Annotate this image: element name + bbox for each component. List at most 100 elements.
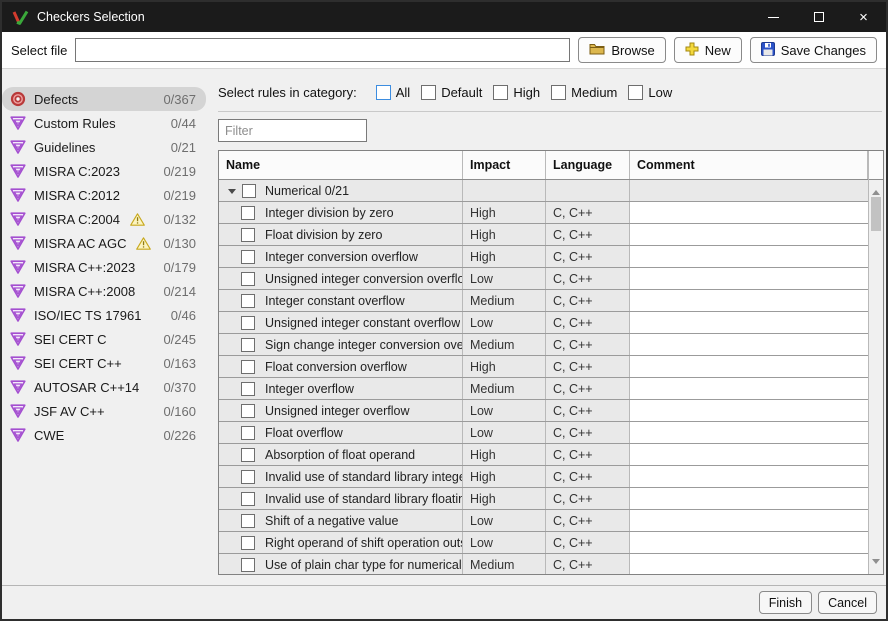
rule-checkbox[interactable] xyxy=(241,272,255,286)
rule-row-unsigned-integer-constant-overflow[interactable]: Unsigned integer constant overflow Low C… xyxy=(219,312,868,334)
rule-comment-cell[interactable] xyxy=(630,378,868,399)
rule-row-unsigned-integer-overflow[interactable]: Unsigned integer overflow Low C, C++ xyxy=(219,400,868,422)
rule-row-integer-division-by-zero[interactable]: Integer division by zero High C, C++ xyxy=(219,202,868,224)
sidebar-item-misra-c-2004[interactable]: MISRA C:2004 0/132 xyxy=(2,207,206,231)
rule-comment-cell[interactable] xyxy=(630,510,868,531)
save-changes-button[interactable]: Save Changes xyxy=(750,37,877,63)
column-header-comment[interactable]: Comment xyxy=(630,151,868,179)
rule-comment-cell[interactable] xyxy=(630,554,868,574)
rule-comment-cell[interactable] xyxy=(630,466,868,487)
scrollbar-thumb[interactable] xyxy=(871,197,881,231)
category-filter-high[interactable]: High xyxy=(493,85,540,100)
sidebar-item-misra-ac-agc[interactable]: MISRA AC AGC 0/130 xyxy=(2,231,206,255)
rule-comment-cell[interactable] xyxy=(630,422,868,443)
sidebar-item-count: 0/219 xyxy=(163,188,196,203)
rule-checkbox[interactable] xyxy=(241,294,255,308)
rule-checkbox[interactable] xyxy=(241,558,255,572)
category-filter-all[interactable]: All xyxy=(376,85,410,100)
sidebar-item-defects[interactable]: Defects 0/367 xyxy=(2,87,206,111)
rule-checkbox[interactable] xyxy=(241,228,255,242)
rule-row-sign-change-integer-conversion-overflow[interactable]: Sign change integer conversion overflow … xyxy=(219,334,868,356)
rule-row-shift-of-a-negative-value[interactable]: Shift of a negative value Low C, C++ xyxy=(219,510,868,532)
rule-row-unsigned-integer-conversion-overflow[interactable]: Unsigned integer conversion overflow Low… xyxy=(219,268,868,290)
checkbox-icon[interactable] xyxy=(493,85,508,100)
rule-comment-cell[interactable] xyxy=(630,400,868,421)
sidebar-item-guidelines[interactable]: Guidelines 0/21 xyxy=(2,135,206,159)
scrollbar-track[interactable] xyxy=(869,180,883,574)
category-filter-medium[interactable]: Medium xyxy=(551,85,617,100)
rule-comment-cell[interactable] xyxy=(630,202,868,223)
minimize-button[interactable] xyxy=(751,2,796,32)
rule-checkbox[interactable] xyxy=(241,338,255,352)
rule-comment-cell[interactable] xyxy=(630,290,868,311)
rule-comment-cell[interactable] xyxy=(630,444,868,465)
close-button[interactable]: × xyxy=(841,2,886,32)
category-filter-low[interactable]: Low xyxy=(628,85,672,100)
scroll-down-icon[interactable] xyxy=(872,559,880,568)
rule-row-integer-conversion-overflow[interactable]: Integer conversion overflow High C, C++ xyxy=(219,246,868,268)
rule-row-float-conversion-overflow[interactable]: Float conversion overflow High C, C++ xyxy=(219,356,868,378)
checkbox-icon[interactable] xyxy=(628,85,643,100)
rule-checkbox[interactable] xyxy=(241,448,255,462)
rule-checkbox[interactable] xyxy=(241,536,255,550)
rule-row-float-division-by-zero[interactable]: Float division by zero High C, C++ xyxy=(219,224,868,246)
sidebar-item-autosar-c-14[interactable]: AUTOSAR C++14 0/370 xyxy=(2,375,206,399)
column-header-language[interactable]: Language xyxy=(546,151,630,179)
rule-comment-cell[interactable] xyxy=(630,268,868,289)
rule-checkbox[interactable] xyxy=(241,514,255,528)
filter-input[interactable] xyxy=(218,119,367,142)
vertical-scrollbar[interactable] xyxy=(868,151,883,574)
sidebar-item-sei-cert-c[interactable]: SEI CERT C++ 0/163 xyxy=(2,351,206,375)
rule-row-right-operand-of-shift-operation-outside-allowed-bounds[interactable]: Right operand of shift operation outside… xyxy=(219,532,868,554)
rule-checkbox[interactable] xyxy=(241,426,255,440)
sidebar-item-cwe[interactable]: CWE 0/226 xyxy=(2,423,206,447)
rule-row-invalid-use-of-standard-library-integer-routine[interactable]: Invalid use of standard library integer … xyxy=(219,466,868,488)
rule-comment-cell[interactable] xyxy=(630,224,868,245)
warning-icon xyxy=(130,213,145,226)
group-checkbox[interactable] xyxy=(242,184,256,198)
finish-button[interactable]: Finish xyxy=(759,591,812,614)
sidebar-item-misra-c-2012[interactable]: MISRA C:2012 0/219 xyxy=(2,183,206,207)
rule-comment-cell[interactable] xyxy=(630,334,868,355)
checkbox-icon[interactable] xyxy=(421,85,436,100)
sidebar-item-custom-rules[interactable]: Custom Rules 0/44 xyxy=(2,111,206,135)
rule-comment-cell[interactable] xyxy=(630,312,868,333)
category-filter-default[interactable]: Default xyxy=(421,85,482,100)
group-row-numerical[interactable]: Numerical 0/21 xyxy=(219,180,868,202)
rule-checkbox[interactable] xyxy=(241,360,255,374)
rule-checkbox[interactable] xyxy=(241,404,255,418)
collapse-arrow-icon[interactable] xyxy=(228,189,236,198)
column-header-name[interactable]: Name xyxy=(219,151,463,179)
sidebar-item-misra-c-2008[interactable]: MISRA C++:2008 0/214 xyxy=(2,279,206,303)
sidebar-item-misra-c-2023[interactable]: MISRA C++:2023 0/179 xyxy=(2,255,206,279)
rule-row-absorption-of-float-operand[interactable]: Absorption of float operand High C, C++ xyxy=(219,444,868,466)
sidebar-item-sei-cert-c[interactable]: SEI CERT C 0/245 xyxy=(2,327,206,351)
rule-row-integer-overflow[interactable]: Integer overflow Medium C, C++ xyxy=(219,378,868,400)
new-button[interactable]: New xyxy=(674,37,742,63)
sidebar-item-misra-c-2023[interactable]: MISRA C:2023 0/219 xyxy=(2,159,206,183)
rule-comment-cell[interactable] xyxy=(630,532,868,553)
rule-checkbox[interactable] xyxy=(241,250,255,264)
rule-checkbox[interactable] xyxy=(241,206,255,220)
browse-button[interactable]: Browse xyxy=(578,37,665,63)
rule-checkbox[interactable] xyxy=(241,492,255,506)
maximize-button[interactable] xyxy=(796,2,841,32)
select-file-input[interactable] xyxy=(75,38,570,62)
rule-checkbox[interactable] xyxy=(241,382,255,396)
rule-row-invalid-use-of-standard-library-floating-point-routine[interactable]: Invalid use of standard library floating… xyxy=(219,488,868,510)
rule-row-use-of-plain-char-type-for-numerical-value[interactable]: Use of plain char type for numerical val… xyxy=(219,554,868,574)
rule-comment-cell[interactable] xyxy=(630,356,868,377)
rule-comment-cell[interactable] xyxy=(630,246,868,267)
cancel-button[interactable]: Cancel xyxy=(818,591,877,614)
checkbox-icon[interactable] xyxy=(551,85,566,100)
rule-row-float-overflow[interactable]: Float overflow Low C, C++ xyxy=(219,422,868,444)
sidebar-item-iso-iec-ts-17961[interactable]: ISO/IEC TS 17961 0/46 xyxy=(2,303,206,327)
scroll-up-icon[interactable] xyxy=(872,186,880,195)
rule-comment-cell[interactable] xyxy=(630,488,868,509)
checkbox-icon[interactable] xyxy=(376,85,391,100)
sidebar-item-jsf-av-c[interactable]: JSF AV C++ 0/160 xyxy=(2,399,206,423)
rule-row-integer-constant-overflow[interactable]: Integer constant overflow Medium C, C++ xyxy=(219,290,868,312)
rule-checkbox[interactable] xyxy=(241,316,255,330)
rule-checkbox[interactable] xyxy=(241,470,255,484)
column-header-impact[interactable]: Impact xyxy=(463,151,546,179)
